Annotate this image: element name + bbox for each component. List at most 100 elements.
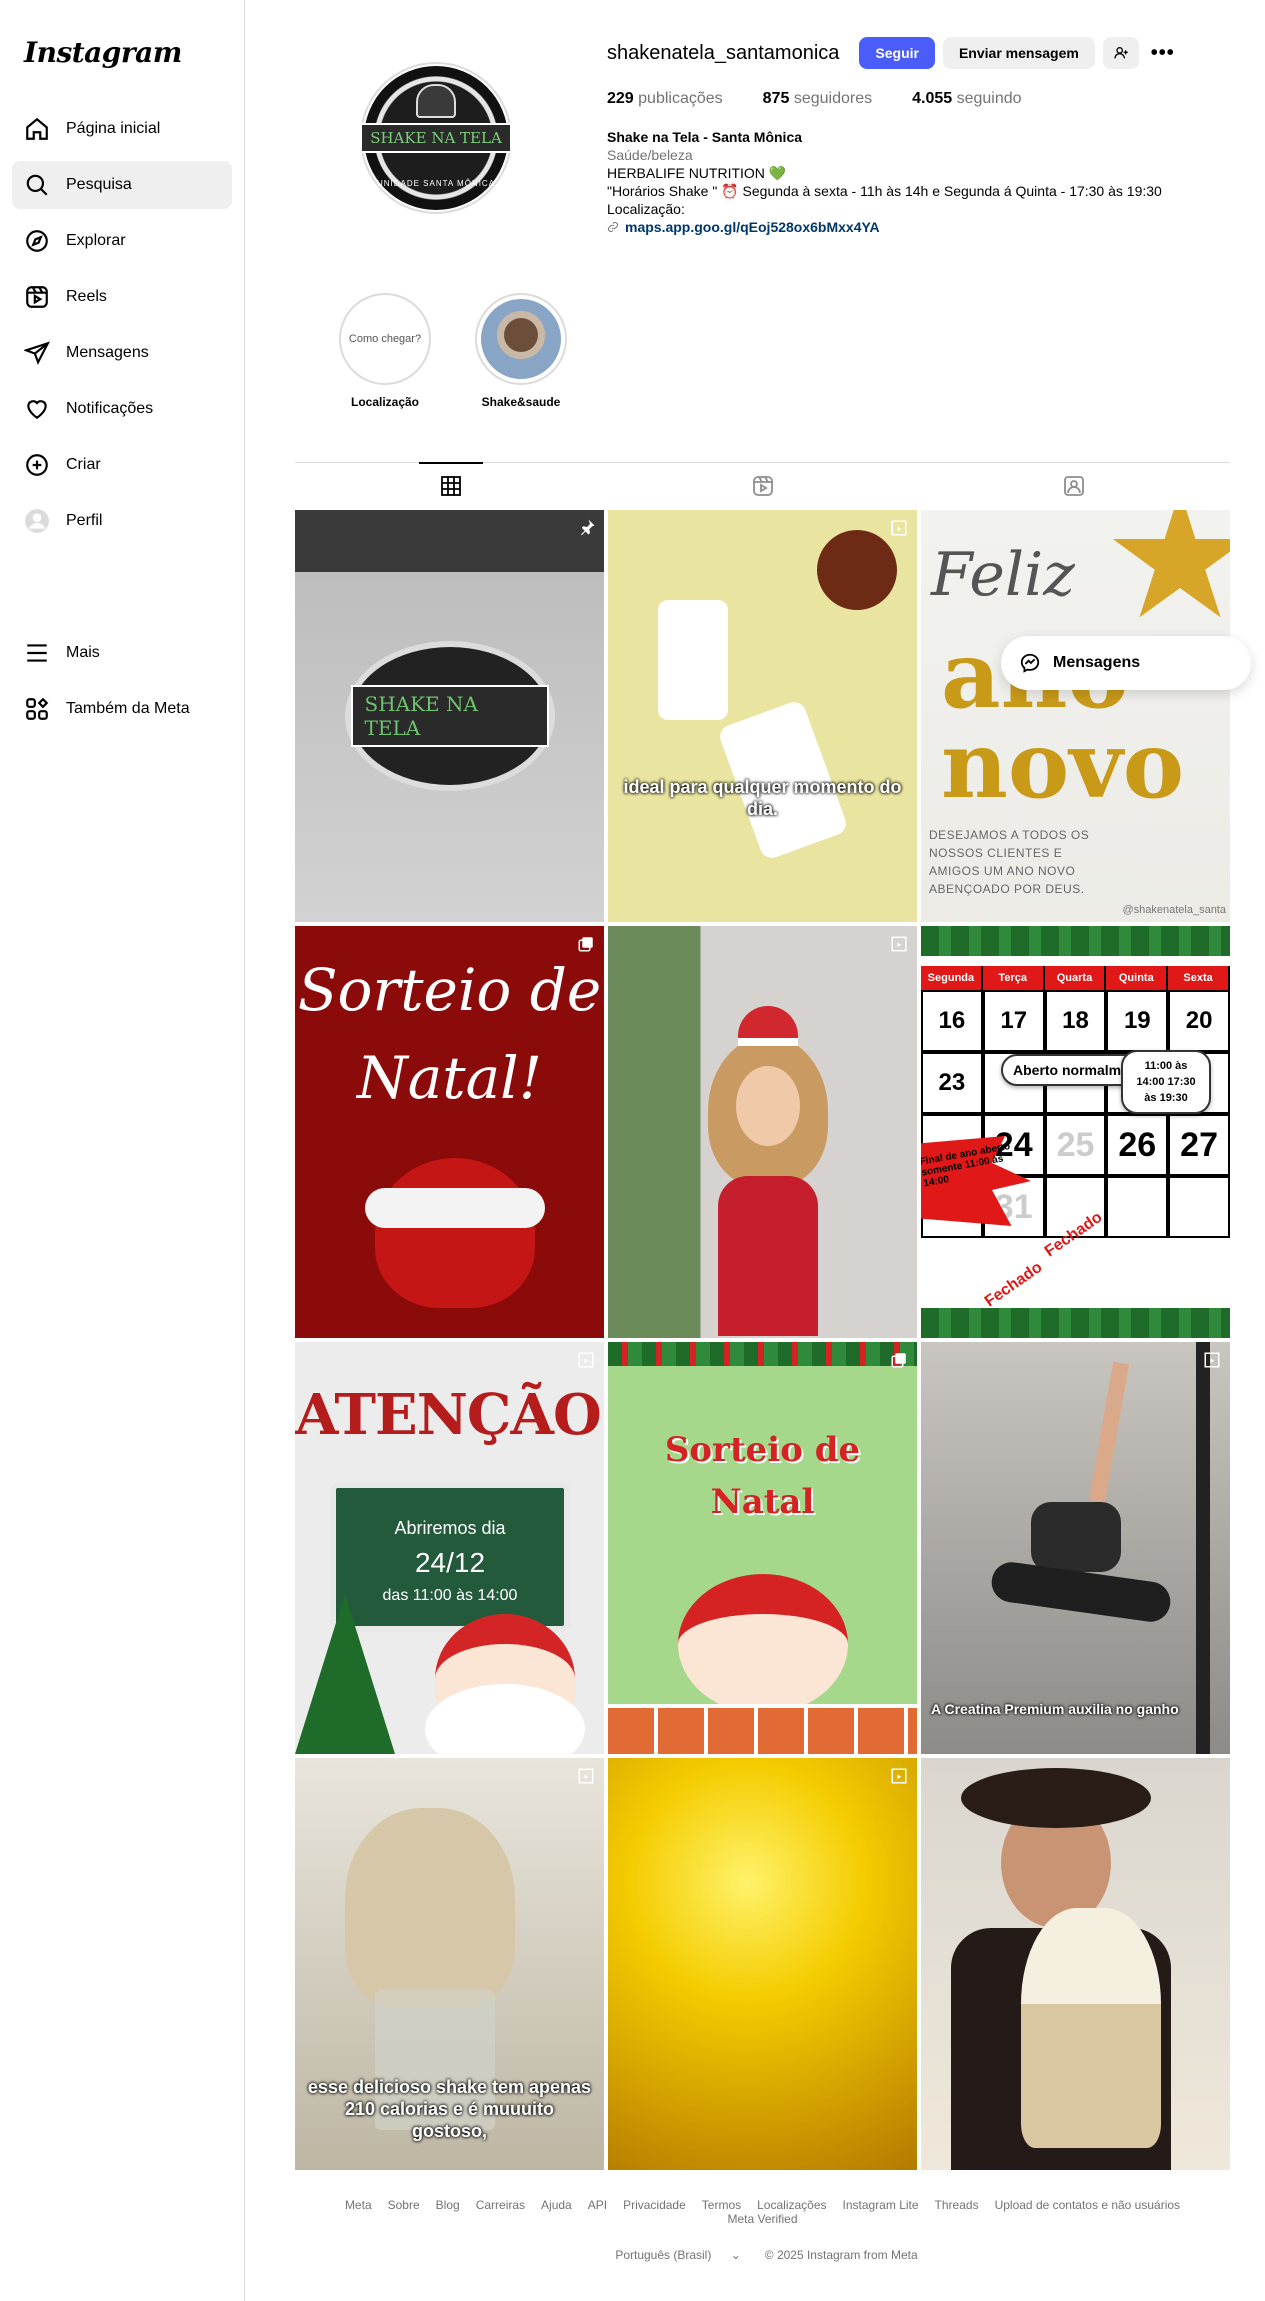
- post-6[interactable]: Segunda Terça Quarta Quinta Sexta 16 17 18 19 20…: [921, 926, 1230, 1338]
- home-icon: [24, 116, 50, 142]
- instagram-logo[interactable]: Instagram: [24, 36, 220, 69]
- shake-cup: [1021, 1908, 1161, 2148]
- post-caption: esse delicioso shake tem apenas 210 calo…: [307, 2077, 592, 2141]
- gift-sack: [365, 1158, 545, 1308]
- nav-messages-label: Mensagens: [66, 344, 149, 361]
- post-11[interactable]: [608, 1758, 917, 2170]
- post-10[interactable]: esse delicioso shake tem apenas 210 calo…: [295, 1758, 604, 2170]
- calendar-weekdays: Segunda Terça Quarta Quinta Sexta: [921, 966, 1230, 990]
- nav-more[interactable]: Mais: [12, 629, 232, 677]
- follow-button[interactable]: Seguir: [859, 37, 935, 69]
- avatar-cup-shape: [416, 84, 456, 118]
- plus-square-icon: [24, 452, 50, 478]
- post-2[interactable]: ideal para qualquer momento do dia.: [608, 510, 917, 922]
- nav-profile-label: Perfil: [66, 512, 103, 529]
- gold-star: [1112, 510, 1230, 618]
- profile-avatar[interactable]: SHAKE NA TELA UNIDADE SANTA MÔNICA: [360, 62, 512, 214]
- post-4[interactable]: Sorteio de Natal!: [295, 926, 604, 1338]
- nav-messages[interactable]: Mensagens: [12, 329, 232, 377]
- followers-stat[interactable]: 875 seguidores: [763, 90, 872, 108]
- menu-icon: [24, 640, 50, 666]
- holly-border: [608, 1342, 917, 1366]
- nav-meta[interactable]: Também da Meta: [12, 685, 232, 733]
- footer-link[interactable]: Ajuda: [541, 2198, 572, 2212]
- add-person-icon: [1114, 47, 1128, 59]
- post-12[interactable]: [921, 1758, 1230, 2170]
- footer-link[interactable]: Blog: [436, 2198, 460, 2212]
- send-message-button[interactable]: Enviar mensagem: [942, 37, 1095, 69]
- reel-icon: [1202, 1350, 1222, 1370]
- footer-link[interactable]: Meta Verified: [727, 2212, 797, 2226]
- following-stat[interactable]: 4.055 seguindo: [912, 90, 1021, 108]
- post-1[interactable]: SHAKE NA TELA: [295, 510, 604, 922]
- holly-border: [921, 926, 1230, 956]
- post-7[interactable]: ATENÇÃO! Abriremos dia 24/12 das 11:00 à…: [295, 1342, 604, 1754]
- nav-notifications-label: Notificações: [66, 400, 154, 417]
- tab-reels[interactable]: [607, 463, 919, 508]
- highlight-localizacao[interactable]: Como chegar? Localização: [335, 293, 435, 409]
- highlight-shake-saude[interactable]: Shake&saude: [471, 293, 571, 409]
- post-3[interactable]: Feliz anonovo DESEJAMOS A TODOS OS NOSSO…: [921, 510, 1230, 922]
- nav-meta-label: Também da Meta: [66, 700, 190, 717]
- grid-icon: [440, 475, 461, 496]
- reel-icon: [889, 934, 909, 954]
- footer-link[interactable]: Carreiras: [476, 2198, 525, 2212]
- tab-tagged[interactable]: [918, 463, 1230, 508]
- nav-notifications[interactable]: Notificações: [12, 385, 232, 433]
- nav-search[interactable]: Pesquisa: [12, 161, 232, 209]
- post-logo: SHAKE NA TELA: [344, 641, 555, 791]
- footer-link[interactable]: Privacidade: [623, 2198, 686, 2212]
- profile-info: shakenatela_santamonica Seguir Enviar me…: [607, 36, 1227, 236]
- footer-link[interactable]: Sobre: [388, 2198, 420, 2212]
- post-5[interactable]: [608, 926, 917, 1338]
- footer-link[interactable]: Localizações: [757, 2198, 826, 2212]
- nav-create[interactable]: Criar: [12, 441, 232, 489]
- reel-icon: [889, 518, 909, 538]
- footer-link[interactable]: Threads: [935, 2198, 979, 2212]
- watermark-handle: @shakenatela_santa: [1122, 904, 1226, 916]
- reel-icon: [889, 1766, 909, 1786]
- posts-stat[interactable]: 229 publicações: [607, 90, 723, 108]
- post-caption: ideal para qualquer momento do dia.: [623, 777, 902, 819]
- nav-home[interactable]: Página inicial: [12, 105, 232, 153]
- story-highlights: Como chegar? Localização Shake&saude: [295, 293, 571, 409]
- more-options-icon[interactable]: •••: [1147, 37, 1179, 69]
- bio-line-3: Localização:: [607, 201, 685, 217]
- tab-posts[interactable]: [295, 463, 607, 508]
- footer-link[interactable]: Upload de contatos e não usuários: [995, 2198, 1180, 2212]
- profile-bio: Shake na Tela - Santa Mônica Saúde/belez…: [607, 128, 1227, 236]
- feliz-text: Feliz: [931, 540, 1075, 610]
- chevron-down-icon: ⌄: [730, 2248, 741, 2262]
- nav-more-label: Mais: [66, 644, 100, 661]
- floating-messages-button[interactable]: Mensagens: [1001, 636, 1251, 690]
- link-icon: [608, 222, 618, 232]
- footer-link[interactable]: Meta: [345, 2198, 372, 2212]
- fechado-label: Fechado: [981, 1258, 1046, 1311]
- avatar-icon: [24, 508, 50, 534]
- nav-profile[interactable]: Perfil: [12, 497, 232, 545]
- woman-santa-hat: [698, 1006, 838, 1336]
- nav-reels[interactable]: Reels: [12, 273, 232, 321]
- suggest-users-button[interactable]: [1102, 37, 1139, 69]
- footer-link[interactable]: Termos: [702, 2198, 741, 2212]
- nav-search-label: Pesquisa: [66, 176, 132, 193]
- post-9[interactable]: A Creatina Premium auxilia no ganho: [921, 1342, 1230, 1754]
- footer-link[interactable]: API: [588, 2198, 607, 2212]
- alarm-clock-emoji: ⏰: [721, 183, 739, 199]
- avatar-banner-text: SHAKE NA TELA: [360, 123, 512, 153]
- nav-explore[interactable]: Explorar: [12, 217, 232, 265]
- black-hat: [961, 1768, 1151, 1828]
- footer-link[interactable]: Instagram Lite: [843, 2198, 919, 2212]
- post-caption: A Creatina Premium auxilia no ganho: [931, 1701, 1179, 1717]
- sorteio-title: Sorteio de Natal!: [297, 956, 602, 1112]
- language-selector[interactable]: Português (Brasil) ⌄: [607, 2248, 748, 2262]
- messenger-icon: [1020, 653, 1040, 673]
- avatar-logo: SHAKE NA TELA UNIDADE SANTA MÔNICA: [360, 66, 512, 210]
- post-8[interactable]: Sorteio de Natal: [608, 1342, 917, 1754]
- copyright: © 2025 Instagram from Meta: [764, 2248, 918, 2262]
- product-bottle: [658, 600, 728, 720]
- shake-cream: [345, 1808, 515, 2008]
- bio-link[interactable]: maps.app.goo.gl/qEoj528ox6bMxx4YA: [607, 218, 1227, 236]
- gym-rack: [1196, 1342, 1210, 1754]
- bio-line-1: HERBALIFE NUTRITION 💚: [607, 165, 787, 181]
